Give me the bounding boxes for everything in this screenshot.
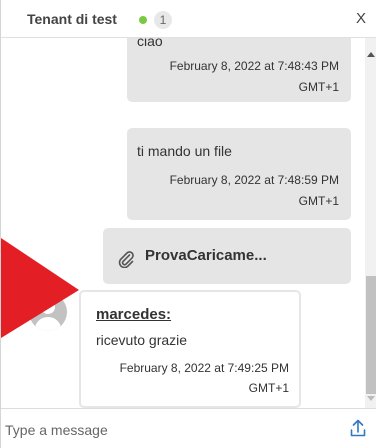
message-text: ricevuto grazie (96, 332, 188, 348)
unread-count-badge: 1 (154, 11, 172, 29)
online-status-dot (139, 16, 147, 24)
outgoing-message: ciao February 8, 2022 at 7:48:43 PM GMT+… (127, 38, 351, 102)
chat-window: Tenant di test 1 X ciao February 8, 2022… (0, 0, 376, 448)
upload-icon[interactable] (350, 419, 366, 442)
chat-header: Tenant di test 1 X (1, 0, 376, 38)
message-list[interactable]: ciao February 8, 2022 at 7:48:43 PM GMT+… (1, 38, 365, 408)
file-attachment-message[interactable]: ProvaCaricame... (103, 228, 351, 284)
message-text: ciao (137, 38, 163, 49)
red-arrow-annotation (1, 238, 79, 338)
paperclip-icon (117, 250, 135, 273)
chat-title: Tenant di test (27, 11, 117, 27)
message-timestamp: February 8, 2022 at 7:48:59 PM (169, 173, 339, 187)
message-timestamp: February 8, 2022 at 7:49:25 PM (119, 361, 289, 375)
scroll-up-icon[interactable] (367, 52, 375, 57)
message-timezone: GMT+1 (298, 194, 339, 208)
incoming-message: marcedes: ricevuto grazie February 8, 20… (79, 290, 301, 408)
message-text: ti mando un file (137, 143, 232, 159)
message-composer (1, 408, 376, 448)
sender-name[interactable]: marcedes: (96, 306, 171, 323)
message-timezone: GMT+1 (298, 80, 339, 94)
file-name-link[interactable]: ProvaCaricame... (145, 247, 267, 264)
message-timezone: GMT+1 (248, 381, 289, 395)
message-timestamp: February 8, 2022 at 7:48:43 PM (169, 59, 339, 73)
message-input[interactable] (3, 417, 327, 443)
close-button[interactable]: X (356, 10, 366, 27)
scroll-down-icon[interactable] (367, 396, 375, 401)
scrollbar-thumb[interactable] (366, 276, 376, 394)
scrollbar[interactable] (365, 38, 376, 408)
outgoing-message: ti mando un file February 8, 2022 at 7:4… (127, 128, 351, 220)
